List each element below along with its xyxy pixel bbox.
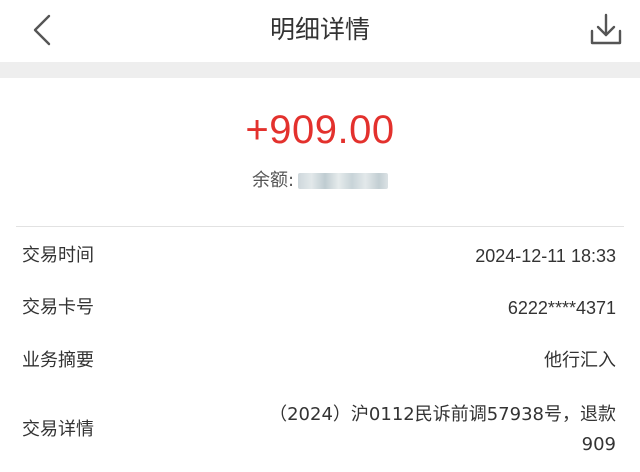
header-bar: 明细详情 — [0, 0, 640, 62]
balance-line: 余额: — [0, 168, 640, 194]
detail-value: 6222****4371 — [507, 298, 616, 318]
header-divider-band — [0, 62, 640, 78]
detail-label: 交易卡号 — [22, 297, 94, 318]
page-title: 明细详情 — [269, 15, 370, 44]
transaction-detail-page: 明细详情 +909.00 余额: 交易时间 2024-12-11 18:33 交… — [0, 0, 640, 472]
balance-value-obscured — [298, 173, 389, 189]
detail-value: 2024-12-11 18:33 — [475, 246, 616, 266]
transaction-amount: +909.00 — [245, 108, 395, 152]
detail-value: 他行汇入 — [544, 350, 616, 371]
download-icon — [588, 11, 624, 51]
download-button[interactable] — [586, 10, 626, 52]
detail-label: 交易时间 — [22, 245, 94, 266]
section-divider — [16, 226, 624, 227]
detail-value: （2024）沪0112民诉前调57938号，退款909 — [269, 404, 616, 455]
detail-label: 交易详情 — [22, 419, 94, 440]
balance-label: 余额: — [251, 170, 295, 191]
detail-label: 业务摘要 — [22, 350, 94, 371]
